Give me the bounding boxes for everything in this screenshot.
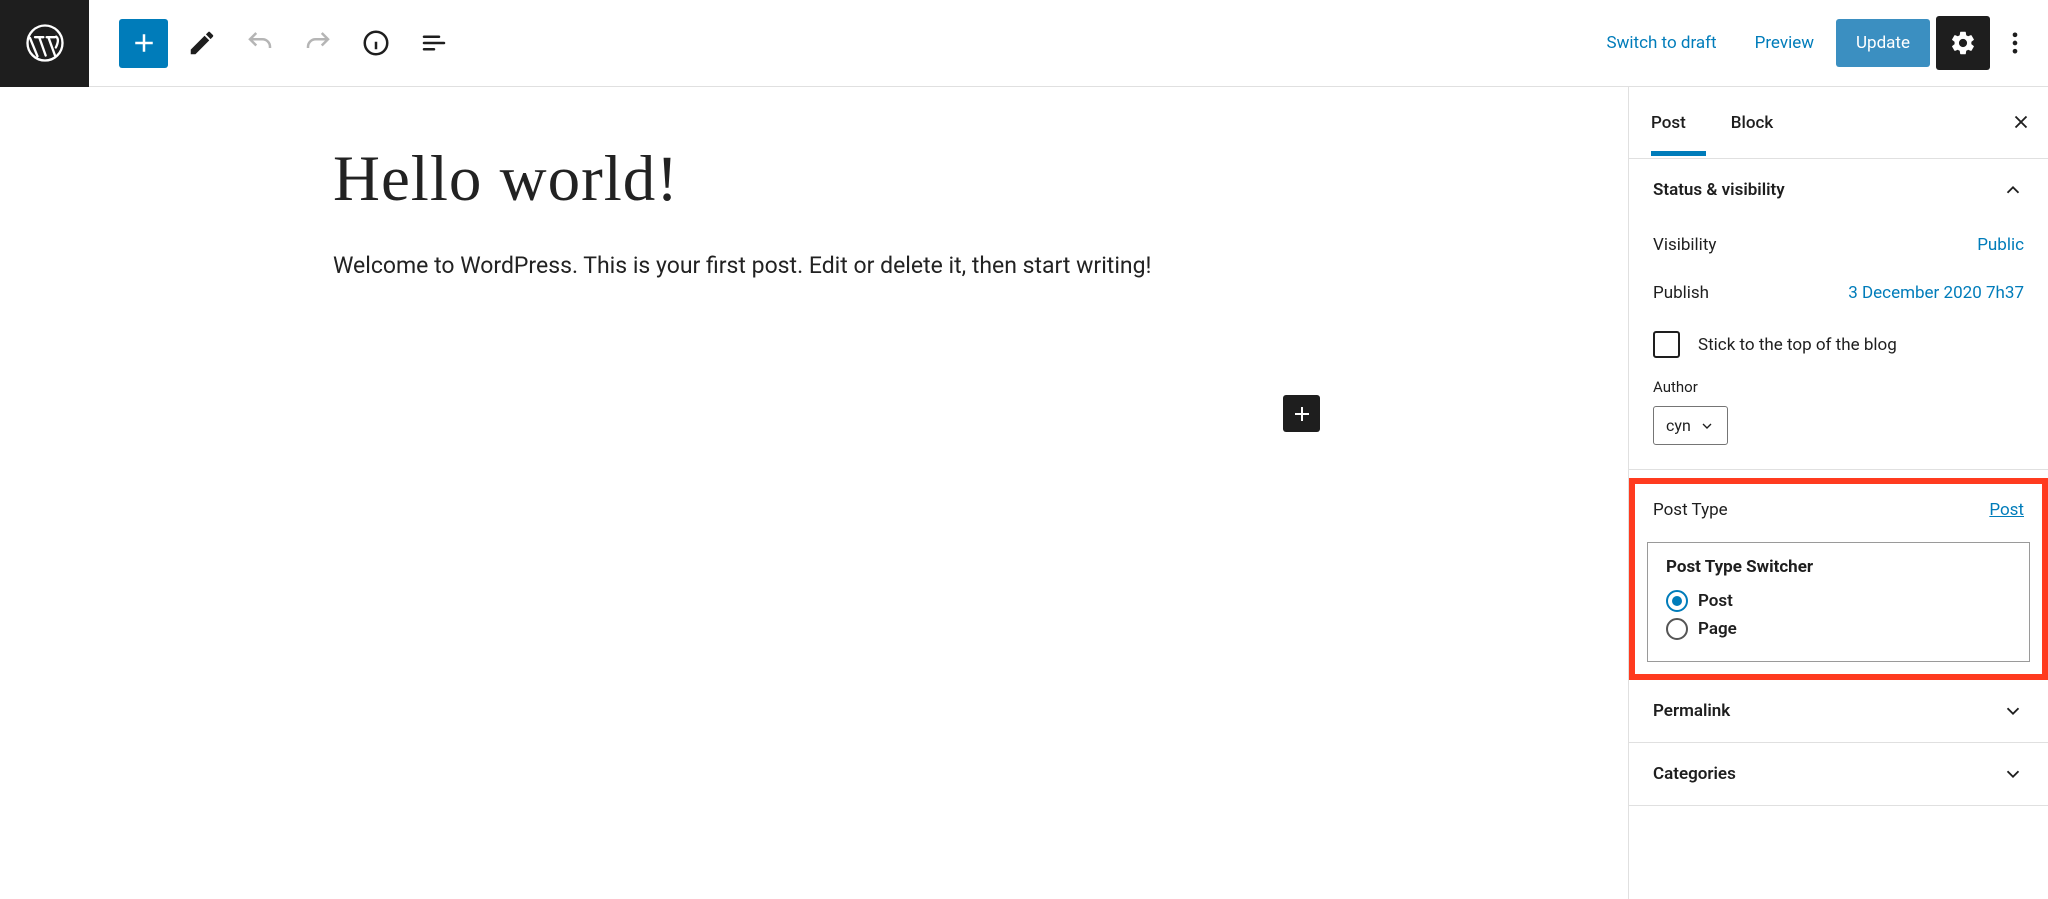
panel-status-title: Status & visibility: [1653, 180, 1785, 200]
more-vertical-icon: [2001, 29, 2029, 57]
main-area: Hello world! Welcome to WordPress. This …: [0, 87, 2048, 899]
tab-block[interactable]: Block: [1731, 90, 1793, 156]
visibility-label: Visibility: [1653, 235, 1716, 255]
panel-categories-title: Categories: [1653, 764, 1736, 784]
post-type-header: Post Type Post: [1635, 484, 2042, 536]
tab-post[interactable]: Post: [1651, 90, 1706, 156]
toolbar-right-group: Switch to draft Preview Update: [1591, 16, 2048, 70]
panel-permalink: Permalink: [1629, 680, 2048, 743]
post-type-switcher: Post Type Switcher Post Page: [1647, 542, 2030, 662]
sticky-checkbox[interactable]: [1653, 331, 1680, 358]
update-button[interactable]: Update: [1836, 19, 1930, 67]
editor-toolbar: Switch to draft Preview Update: [0, 0, 2048, 87]
settings-button[interactable]: [1936, 16, 1990, 70]
redo-icon: [303, 28, 333, 58]
preview-button[interactable]: Preview: [1739, 21, 1830, 65]
post-type-link[interactable]: Post: [1989, 500, 2024, 520]
sidebar-tabs: Post Block: [1629, 87, 2048, 159]
panel-status-header[interactable]: Status & visibility: [1629, 159, 2048, 221]
post-body-paragraph[interactable]: Welcome to WordPress. This is your first…: [333, 252, 1353, 279]
post-type-option-page[interactable]: Page: [1666, 615, 2011, 643]
sticky-label: Stick to the top of the blog: [1698, 335, 1897, 355]
list-icon: [419, 28, 449, 58]
publish-value[interactable]: 3 December 2020 7h37: [1848, 283, 2024, 303]
post-type-switcher-title: Post Type Switcher: [1666, 557, 2011, 577]
chevron-down-icon: [2002, 763, 2024, 785]
insert-block-button[interactable]: [1283, 395, 1320, 432]
chevron-up-icon: [2002, 179, 2024, 201]
panel-categories-header[interactable]: Categories: [1629, 743, 2048, 805]
outline-button[interactable]: [409, 19, 458, 68]
details-button[interactable]: [351, 19, 400, 68]
publish-label: Publish: [1653, 283, 1709, 303]
pencil-icon: [187, 28, 217, 58]
panel-permalink-title: Permalink: [1653, 701, 1730, 721]
info-icon: [361, 28, 391, 58]
panel-categories: Categories: [1629, 743, 2048, 806]
radio-page[interactable]: [1666, 618, 1688, 640]
radio-post[interactable]: [1666, 590, 1688, 612]
sticky-row[interactable]: Stick to the top of the blog: [1653, 317, 2024, 378]
panel-status-body: Visibility Public Publish 3 December 202…: [1629, 221, 2048, 469]
author-value: cyn: [1666, 416, 1691, 435]
redo-button[interactable]: [293, 19, 342, 68]
post-type-option-post[interactable]: Post: [1666, 587, 2011, 615]
author-label: Author: [1653, 378, 2024, 406]
panel-status-visibility: Status & visibility Visibility Public Pu…: [1629, 159, 2048, 470]
chevron-down-icon: [2002, 700, 2024, 722]
panel-permalink-header[interactable]: Permalink: [1629, 680, 2048, 742]
visibility-value[interactable]: Public: [1977, 235, 2024, 255]
settings-sidebar: Post Block Status & visibility Visibilit…: [1628, 87, 2048, 899]
toolbar-left-group: [89, 19, 458, 68]
post-type-heading: Post Type: [1653, 500, 1728, 520]
visibility-row: Visibility Public: [1653, 221, 2024, 269]
plus-icon: [1290, 402, 1314, 426]
wordpress-icon: [25, 23, 65, 63]
publish-row: Publish 3 December 2020 7h37: [1653, 269, 2024, 317]
editor-canvas[interactable]: Hello world! Welcome to WordPress. This …: [0, 87, 1628, 899]
plus-icon: [129, 28, 159, 58]
close-icon: [2010, 111, 2032, 133]
switch-to-draft-button[interactable]: Switch to draft: [1591, 21, 1733, 65]
undo-button[interactable]: [235, 19, 284, 68]
add-block-button[interactable]: [119, 19, 168, 68]
post-type-panel: Post Type Post Post Type Switcher Post P…: [1629, 478, 2048, 680]
radio-page-label: Page: [1698, 619, 1737, 639]
gear-icon: [1949, 29, 1977, 57]
post-title[interactable]: Hello world!: [333, 142, 1353, 217]
author-select[interactable]: cyn: [1653, 406, 1728, 445]
chevron-down-icon: [1699, 418, 1715, 434]
edit-mode-button[interactable]: [177, 19, 226, 68]
wordpress-logo[interactable]: [0, 0, 89, 87]
more-options-button[interactable]: [1996, 16, 2034, 70]
undo-icon: [245, 28, 275, 58]
close-sidebar-button[interactable]: [2010, 111, 2032, 138]
radio-post-label: Post: [1698, 591, 1733, 611]
